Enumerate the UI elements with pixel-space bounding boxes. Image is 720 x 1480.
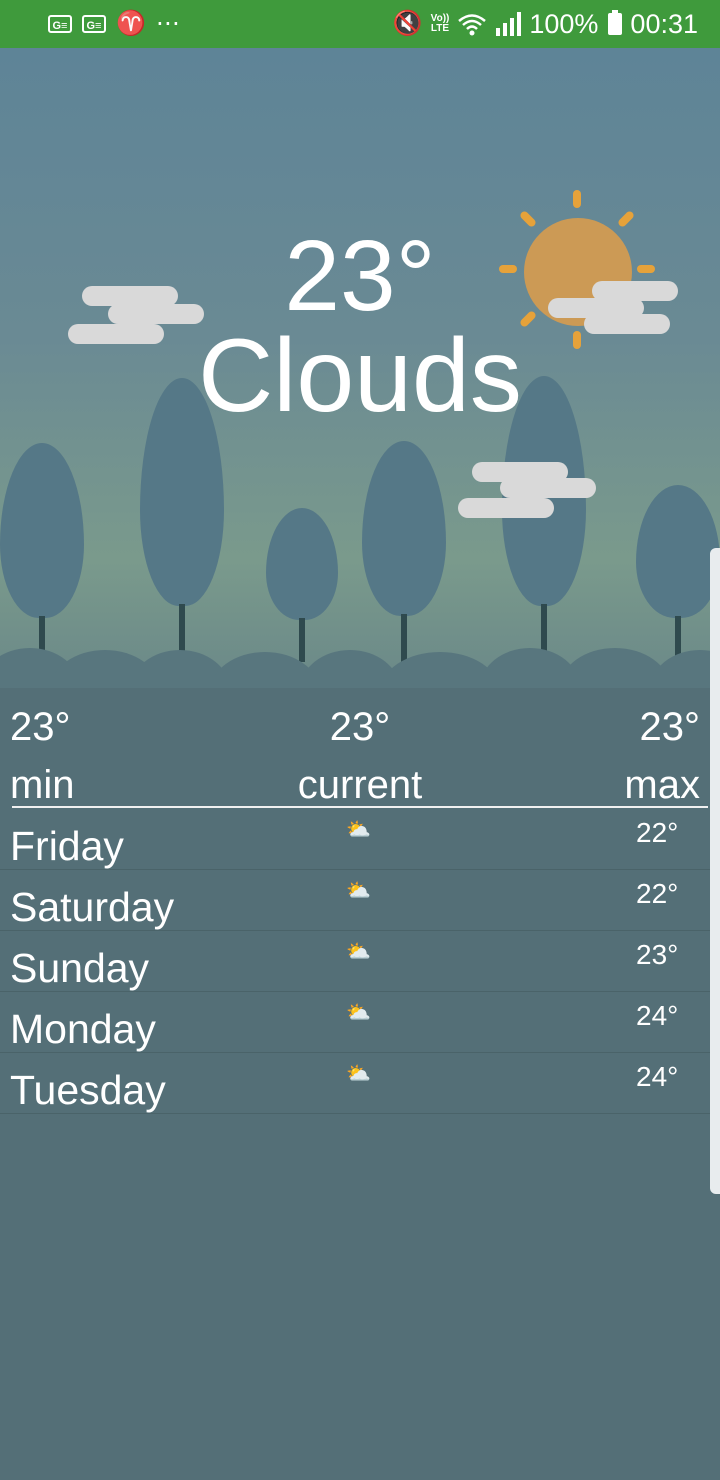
partly-cloudy-icon: ⛅: [346, 819, 371, 841]
current-condition: Clouds: [198, 318, 522, 434]
status-bar: G≡ G≡ ♈ ⋯ 🔇 Vo)) LTE 100% 00:31: [0, 0, 720, 48]
min-value: 23°: [10, 705, 71, 749]
partly-cloudy-icon: ⛅: [346, 1002, 371, 1024]
partly-cloudy-icon: ⛅: [346, 880, 371, 902]
forecast-temp: 23°: [636, 939, 679, 970]
current-column: 23° current: [260, 698, 460, 814]
tree-illustration: [636, 485, 720, 618]
wifi-icon: [458, 14, 487, 36]
max-column: 23° max: [624, 698, 700, 814]
partly-cloudy-icon: ⛅: [346, 1063, 371, 1085]
forecast-temp: 22°: [636, 817, 679, 848]
status-time: 00:31: [630, 9, 698, 39]
forecast-list[interactable]: Friday ⛅ 22° Saturday ⛅ 22° Sunday ⛅ 23°…: [0, 809, 710, 1114]
temperature-summary: 23° min 23° current 23° max: [0, 688, 720, 808]
g-box-icon: G≡: [48, 15, 72, 33]
forecast-day: Monday: [10, 1006, 156, 1052]
list-item[interactable]: Tuesday ⛅ 24°: [0, 1053, 710, 1114]
list-item[interactable]: Saturday ⛅ 22°: [0, 870, 710, 931]
current-value: 23°: [329, 705, 391, 749]
forecast-day: Sunday: [10, 945, 150, 991]
scrollbar[interactable]: [710, 548, 720, 1194]
weather-hero: 23° Clouds: [0, 48, 720, 688]
forecast-day: Tuesday: [10, 1067, 166, 1113]
min-column: 23° min: [10, 698, 74, 814]
tree-illustration: [362, 441, 446, 616]
battery-percent: 100%: [529, 9, 599, 39]
forecast-temp: 24°: [636, 1000, 679, 1031]
forecast-day: Saturday: [10, 884, 175, 930]
forecast-day: Friday: [10, 823, 124, 869]
more-dots-icon: ⋯: [155, 10, 180, 37]
forecast-temp: 22°: [636, 878, 679, 909]
forecast-temp: 24°: [636, 1061, 679, 1092]
tree-illustration: [0, 443, 84, 618]
list-item[interactable]: Sunday ⛅ 23°: [0, 931, 710, 992]
current-temperature: 23°: [284, 220, 436, 332]
list-item[interactable]: Monday ⛅ 24°: [0, 992, 710, 1053]
g-box-icon: G≡: [82, 15, 106, 33]
signal-icon: [496, 12, 522, 36]
max-value: 23°: [639, 705, 701, 749]
list-item[interactable]: Friday ⛅ 22°: [0, 809, 710, 870]
aries-icon: ♈: [116, 10, 146, 37]
mute-icon: 🔇: [392, 10, 423, 37]
summary-divider: [12, 806, 708, 808]
tree-illustration: [266, 508, 338, 620]
partly-cloudy-icon: ⛅: [346, 941, 371, 963]
battery-icon: [608, 10, 623, 35]
volte-icon: Vo)) LTE: [430, 13, 450, 34]
